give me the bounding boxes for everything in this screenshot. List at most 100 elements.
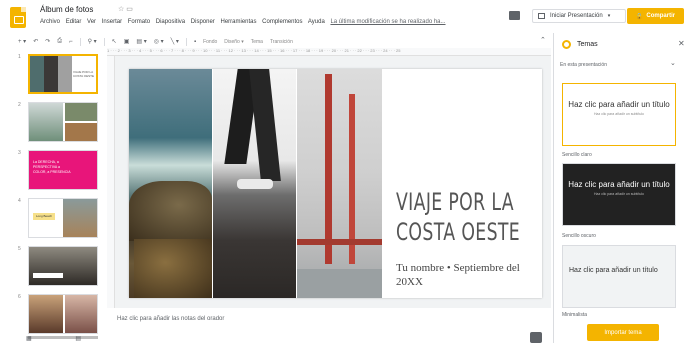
slide-filmstrip[interactable]: 1 VIAJE POR LA COSTA OESTE 2 3 La DERECH… [0,48,104,343]
slide-number: 4 [18,198,21,204]
slide-title-line: VIAJE POR LA [396,188,514,216]
themes-header: Temas [562,40,598,49]
chevron-down-icon[interactable]: ⌄ [670,59,676,67]
speaker-notes[interactable]: Haz clic para añadir las notas del orado… [117,316,224,322]
undo-icon[interactable]: ↶ [33,38,38,45]
theme-card-simple-dark[interactable]: Haz clic para añadir un título Haz clic … [562,163,676,226]
slide-thumbnail-1[interactable]: VIAJE POR LA COSTA OESTE [28,54,98,94]
line-icon[interactable]: ╲ ▾ [171,38,179,45]
print-icon[interactable]: ⎙ [57,38,62,45]
theme-card-minimalist[interactable]: Haz clic para añadir un título [562,245,676,308]
title-bar: Álbum de fotos ☆ ▭ Archivo Editar Ver In… [0,0,696,33]
transition-button[interactable]: Transición [270,39,293,45]
theme-card-title: Haz clic para añadir un título [568,180,670,189]
toolbar: + ▾ ↶ ↷ ⎙ ⌐ ⚲ ▾ ↖ ▣ ▤ ▾ ◎ ▾ ╲ ▾ ▪ Fondo … [18,36,551,47]
thumb-photo [29,103,63,141]
leg-shape [249,69,281,181]
collapse-toolbar-icon[interactable]: ⌃ [540,36,546,44]
select-icon[interactable]: ↖ [112,38,117,45]
current-slide[interactable]: VIAJE POR LA COSTA OESTE Tu nombre • Sep… [129,69,542,298]
present-label: Iniciar Presentación [550,13,603,19]
theme-card-subtitle: Haz clic para añadir un subtítulo [594,112,644,116]
slide-number: 1 [18,54,21,60]
star-icon[interactable]: ☆ ▭ [118,5,133,13]
slide-thumbnail-6[interactable] [28,294,98,334]
coast-rocks-photo[interactable] [129,69,212,298]
zoom-icon[interactable]: ⚲ ▾ [88,38,97,45]
menu-diapositiva[interactable]: Diapositiva [156,19,185,25]
slides-logo-icon[interactable] [10,7,26,28]
slides-app: Álbum de fotos ☆ ▭ Archivo Editar Ver In… [0,0,696,343]
shape-icon[interactable]: ◎ ▾ [154,38,164,45]
text-box-icon[interactable]: ▣ [124,38,130,45]
toolbar-divider [103,37,105,46]
image-icon[interactable]: ▤ ▾ [136,38,146,45]
chevron-down-icon[interactable]: ▾ [608,13,611,19]
menu-formato[interactable]: Formato [128,19,150,25]
thumb-text: Long Beach [33,213,55,220]
menu-ayuda[interactable]: Ayuda [308,19,325,25]
paint-format-icon[interactable]: ⌐ [69,39,73,45]
slide-thumbnail-2[interactable] [28,102,98,142]
redo-icon[interactable]: ↷ [45,38,50,45]
new-slide-icon[interactable]: + ▾ [18,38,26,45]
menu-herramientas[interactable]: Herramientas [220,19,256,25]
background-button[interactable]: Fondo [203,39,217,45]
menu-disponer[interactable]: Disponer [191,19,215,25]
theme-name: Sencillo oscuro [562,233,596,239]
vertical-ruler [107,56,115,308]
themes-section-dropdown[interactable]: En esta presentación [560,62,607,68]
thumb-photo [63,199,97,237]
theme-card-title: Haz clic para añadir un título [568,100,670,109]
thumb-text: La DERECHA, a PERSPECTIVA a COLOR, a PRE… [33,160,71,174]
slide-number: 6 [18,294,21,300]
slide-title[interactable]: VIAJE POR LA COSTA OESTE [396,187,520,247]
slide-thumbnail-5[interactable] [28,246,98,286]
toolbar-divider [79,37,81,46]
legs-photo[interactable] [213,69,296,298]
slide-subtitle[interactable]: Tu nombre • Septiembre del 20XX [396,261,536,289]
theme-button[interactable]: Tema [251,39,263,45]
themes-panel: Temas ✕ En esta presentación ⌄ Haz clic … [553,33,696,343]
share-button[interactable]: 🔒 Compartir [627,8,684,24]
thumb-photo [65,123,97,141]
menu-archivo[interactable]: Archivo [40,19,60,25]
present-button[interactable]: Iniciar Presentación ▾ [532,9,626,23]
last-edit-link[interactable]: La última modificación se ha realizado h… [330,19,445,25]
thumb-photo [30,56,44,92]
slide-thumbnail-3[interactable]: La DERECHA, a PERSPECTIVA a COLOR, a PRE… [28,150,98,190]
grid-view-icon[interactable]: ▦ [26,336,32,342]
menu-ver[interactable]: Ver [87,19,96,25]
layout-button[interactable]: Diseño ▾ [224,39,243,45]
themes-title: Temas [577,41,598,48]
comment-history-icon[interactable] [509,11,520,20]
theme-card-subtitle: Haz clic para añadir un subtítulo [594,192,644,196]
horizontal-ruler: 1 · · · 2 · · · 3 · · · 4 · · · 5 · · · … [107,48,551,56]
explore-icon[interactable] [530,332,542,343]
bridge-deck [297,239,382,245]
slide-title-line: COSTA OESTE [396,218,521,246]
theme-name: Minimalista [562,312,588,318]
menu-complementos[interactable]: Complementos [262,19,302,25]
thumb-photo [58,56,72,92]
sneaker-shape [237,179,273,189]
menu-bar: Archivo Editar Ver Insertar Formato Diap… [40,19,450,25]
comment-add-icon[interactable]: ▪ [194,39,196,45]
document-title[interactable]: Álbum de fotos [40,5,93,14]
menu-insertar[interactable]: Insertar [102,19,122,25]
thumb-photo [29,295,63,333]
close-icon[interactable]: ✕ [678,39,685,48]
rock-shape [129,181,212,241]
slide-number: 3 [18,150,21,156]
theme-name: Sencillo claro [562,152,592,158]
import-theme-button[interactable]: Importar tema [587,324,659,341]
water-shape [297,269,382,298]
share-label: Compartir [646,13,676,19]
menu-editar[interactable]: Editar [66,19,82,25]
themes-icon [562,40,571,49]
filmstrip-view-icon[interactable]: ▤ [75,336,81,342]
theme-card-simple-light[interactable]: Haz clic para añadir un título Haz clic … [562,83,676,146]
slide-thumbnail-4[interactable]: Long Beach [28,198,98,238]
bridge-tower [325,74,332,264]
golden-gate-photo[interactable] [297,69,382,298]
